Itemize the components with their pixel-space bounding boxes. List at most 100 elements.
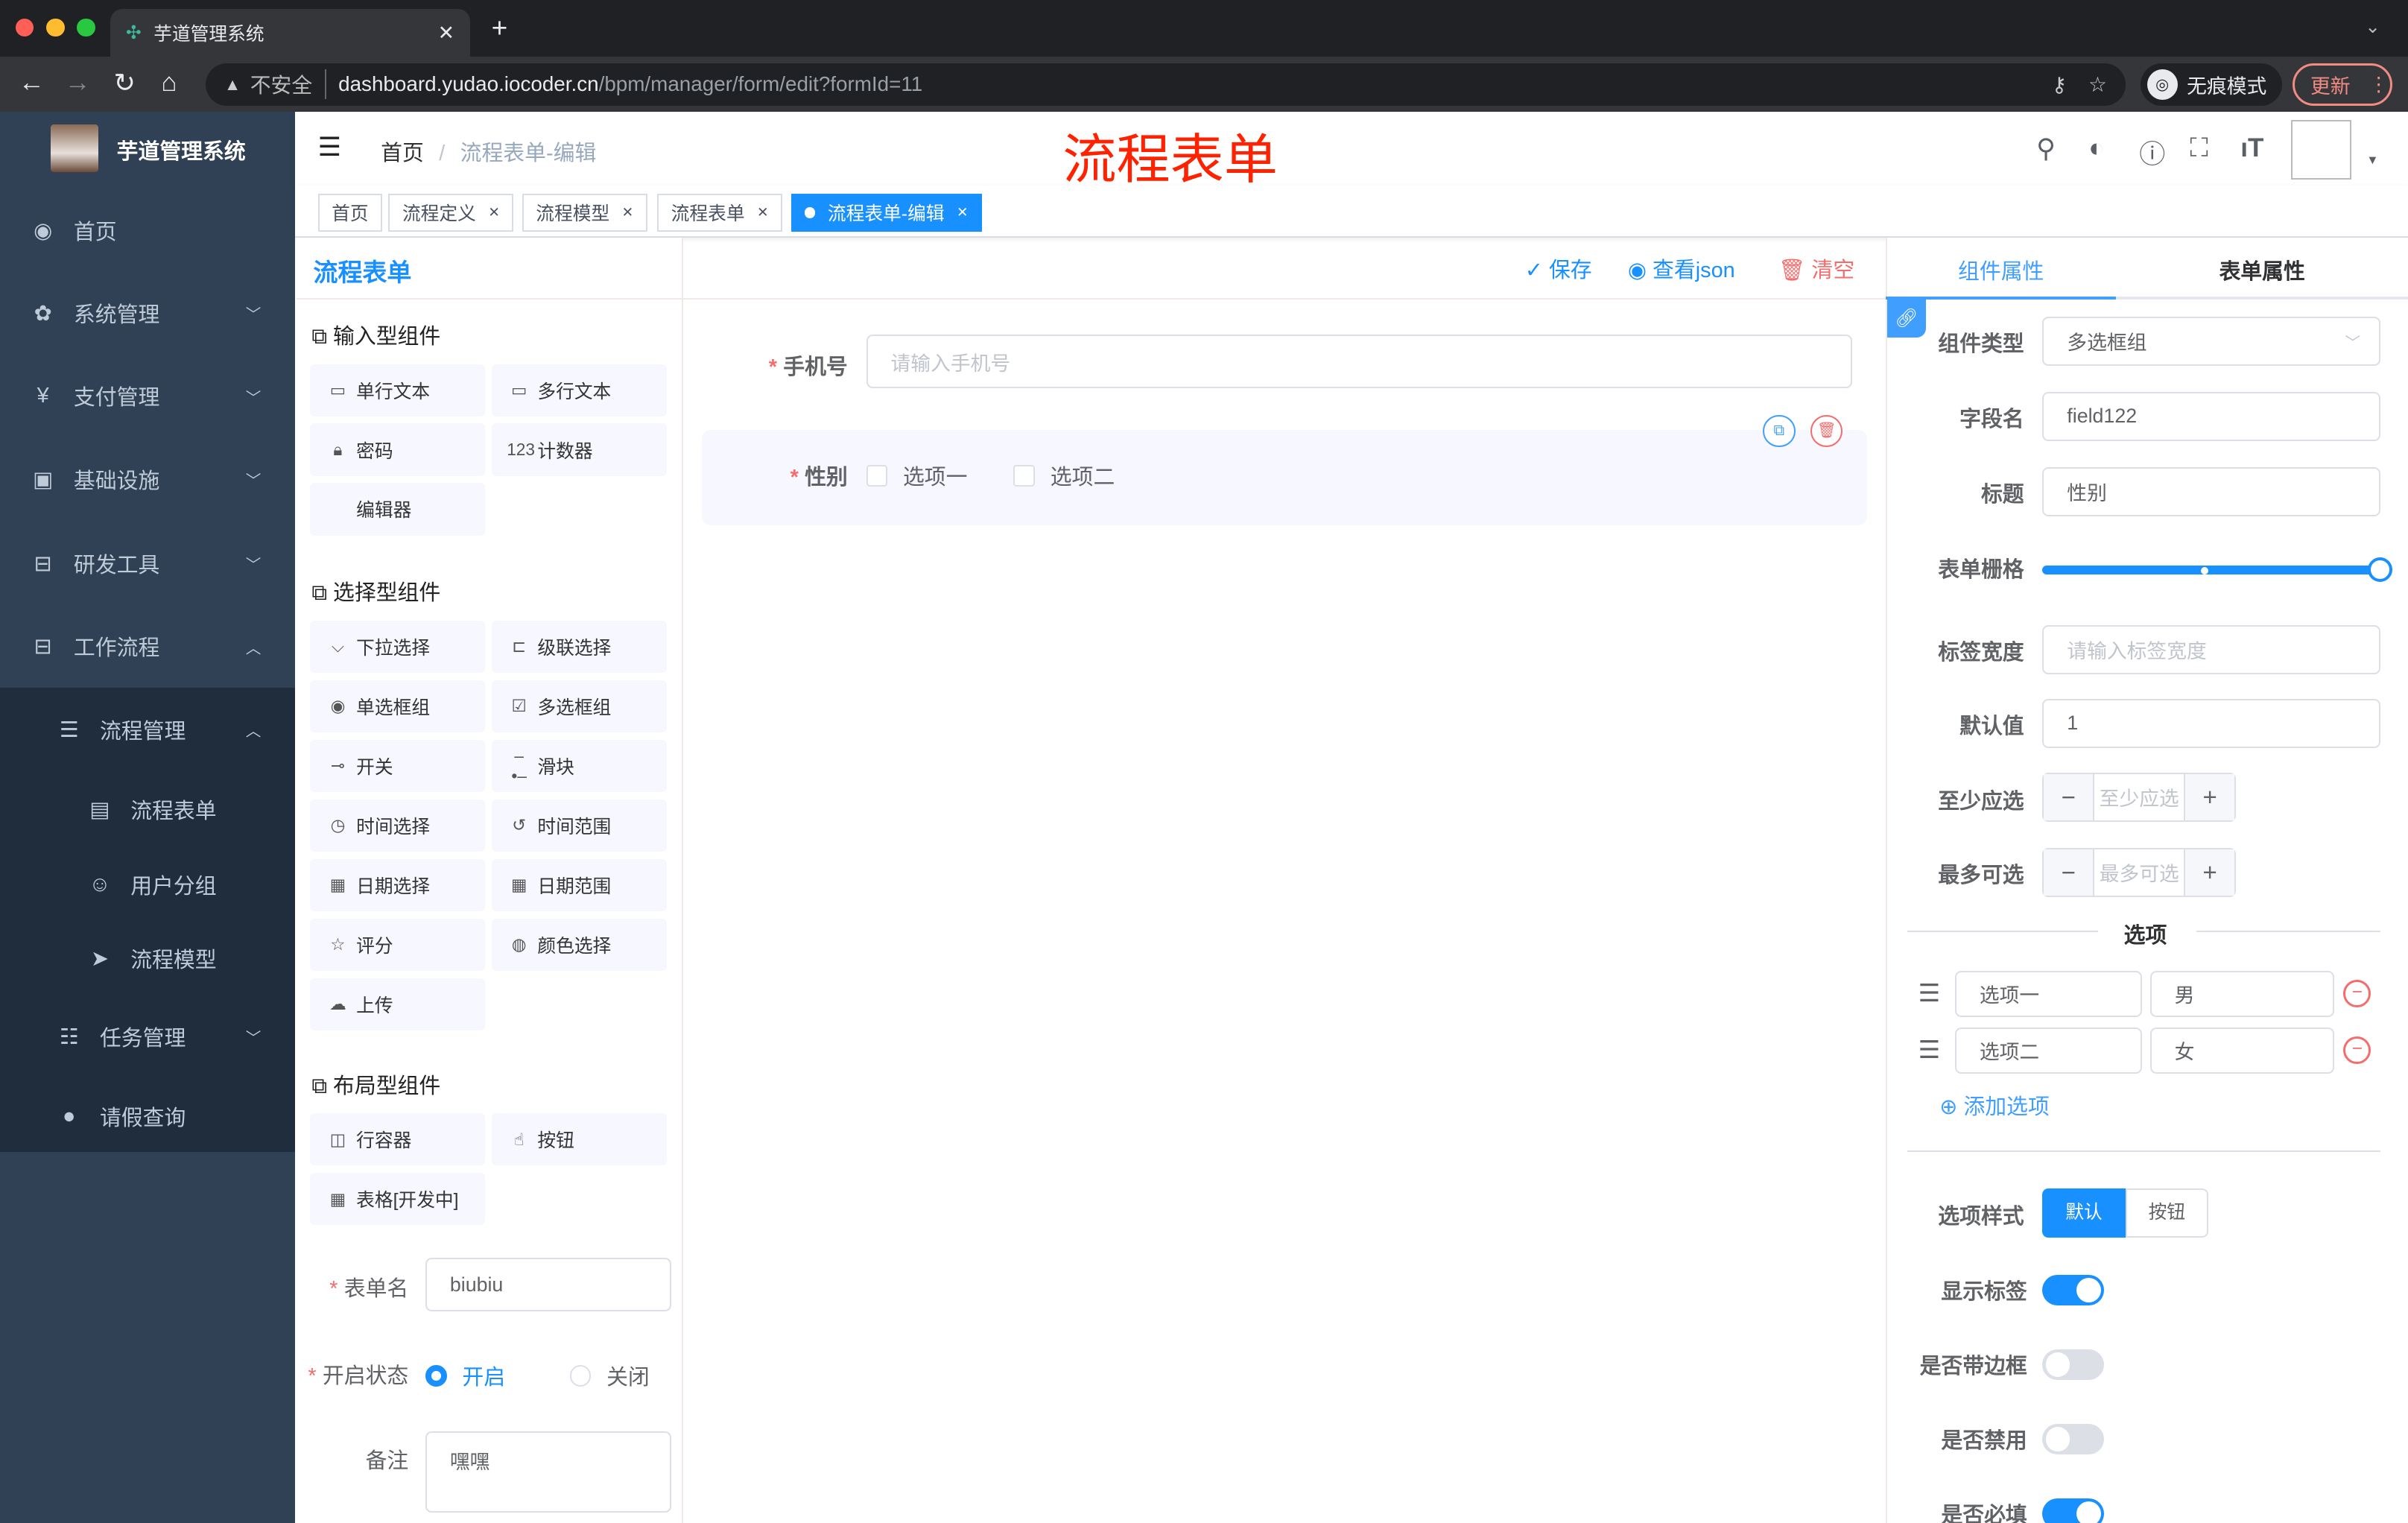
form-remark-textarea[interactable]: 嘿嘿 <box>425 1431 671 1513</box>
drag-handle-icon[interactable]: ☰ <box>1918 1035 1940 1064</box>
min-placeholder[interactable]: 至少应选 <box>2093 773 2186 820</box>
view-json-button[interactable]: ◉ 查看json <box>1628 253 1735 284</box>
palette-item[interactable]: ◍ 颜色选择 <box>491 918 667 971</box>
sidebar-subitem[interactable]: ➤ 流程模型 <box>0 920 295 997</box>
palette-item[interactable]: 编辑器 <box>310 483 486 536</box>
grid-slider[interactable] <box>2042 565 2380 574</box>
fullscreen-icon[interactable]: ⛶ <box>2190 133 2208 164</box>
bookmark-star-icon[interactable]: ☆ <box>2088 72 2107 97</box>
tag[interactable]: 首页 <box>317 193 383 232</box>
increase-button[interactable]: + <box>2185 773 2235 820</box>
save-button[interactable]: ✓ 保存 <box>1525 253 1592 284</box>
palette-item[interactable]: ◉ 单选框组 <box>310 680 486 732</box>
reload-icon[interactable]: ↻ <box>114 68 136 98</box>
option-value-input[interactable]: 女 <box>2149 1027 2335 1074</box>
sidebar-subitem[interactable]: ☰ 流程管理 ︿ <box>0 691 295 768</box>
sidebar-subitem[interactable]: ☺ 用户分组 <box>0 846 295 923</box>
sidebar-subitem[interactable]: ● 请假查询 <box>0 1078 295 1155</box>
back-icon[interactable]: ← <box>19 68 45 98</box>
phone-input[interactable]: 请输入手机号 <box>866 335 1852 389</box>
option-value-input[interactable]: 男 <box>2149 970 2335 1017</box>
status-off-radio[interactable] <box>569 1365 592 1387</box>
sidebar-subitem[interactable]: ▤ 流程表单 <box>0 771 295 848</box>
close-tag-icon[interactable]: ✕ <box>488 204 500 221</box>
caret-down-icon[interactable]: ▼ <box>2366 153 2378 168</box>
update-button[interactable]: 更新 ⋮ <box>2293 63 2393 107</box>
palette-item[interactable]: 🔒︎ 密码 <box>310 423 486 476</box>
option-2-checkbox[interactable] <box>1013 465 1036 487</box>
palette-item[interactable]: ⊸ 开关 <box>310 739 486 792</box>
title-input[interactable]: 性别 <box>2042 466 2380 516</box>
sidebar-item[interactable]: ◉ 首页 <box>0 192 295 269</box>
sidebar-item[interactable]: ▣ 基础设施 ﹀ <box>0 441 295 518</box>
palette-item[interactable]: ▭ 单行文本 <box>310 364 486 417</box>
palette-item[interactable]: ▦ 日期范围 <box>491 858 667 911</box>
form-name-input[interactable]: biubiu <box>425 1258 671 1312</box>
drag-handle-icon[interactable]: ☰ <box>1918 978 1940 1007</box>
default-value-input[interactable]: 1 <box>2042 698 2380 748</box>
home-icon[interactable]: ⌂ <box>161 68 177 98</box>
close-tag-icon[interactable]: ✕ <box>957 204 969 221</box>
hamburger-icon[interactable]: ☰ <box>318 132 341 162</box>
style-button-button[interactable]: 按钮 <box>2125 1188 2208 1238</box>
decrease-button[interactable]: − <box>2044 849 2094 896</box>
copy-item-button[interactable]: ⧉ <box>1763 414 1796 447</box>
palette-item[interactable]: ↺ 时间范围 <box>491 799 667 852</box>
palette-item[interactable]: ☁ 上传 <box>310 978 486 1030</box>
tag[interactable]: 流程表单 ✕ <box>657 193 783 232</box>
component-type-select[interactable]: 多选框组 ﹀ <box>2042 316 2380 366</box>
tab-list-chevron-icon[interactable]: ⌄ <box>2365 16 2380 38</box>
palette-item[interactable]: ▦ 表格[开发中] <box>310 1173 486 1226</box>
forward-icon[interactable]: → <box>65 68 91 98</box>
breadcrumb-home[interactable]: 首页 <box>381 142 424 165</box>
toggle-switch[interactable] <box>2042 1349 2104 1380</box>
maximize-window-button[interactable] <box>77 18 95 37</box>
sidebar-item[interactable]: ✿ 系统管理 ﹀ <box>0 275 295 352</box>
new-tab-button[interactable]: + <box>492 12 508 44</box>
delete-item-button[interactable]: 🗑︎ <box>1810 414 1843 447</box>
palette-item[interactable]: ◷ 时间选择 <box>310 799 486 852</box>
field-name-input[interactable]: field122 <box>2042 391 2380 441</box>
palette-item[interactable]: ☆ 评分 <box>310 918 486 971</box>
label-width-input[interactable]: 请输入标签宽度 <box>2042 624 2380 674</box>
sidebar-item[interactable]: ⊟ 工作流程 ︿ <box>0 608 295 685</box>
sidebar-item[interactable]: ¥ 支付管理 ﹀ <box>0 358 295 434</box>
font-size-icon[interactable]: ıT <box>2240 133 2263 163</box>
palette-item[interactable]: ◫ 行容器 <box>310 1113 486 1166</box>
increase-button[interactable]: + <box>2185 849 2235 896</box>
option-2-label[interactable]: 选项二 <box>1051 460 1115 491</box>
toggle-switch[interactable] <box>2042 1274 2104 1305</box>
close-tag-icon[interactable]: ✕ <box>622 204 634 221</box>
tab-component-properties[interactable]: 组件属性 <box>1886 246 2117 300</box>
status-on-label[interactable]: 开启 <box>462 1361 505 1391</box>
status-on-radio[interactable] <box>425 1365 447 1387</box>
palette-item[interactable]: ☑ 多选框组 <box>491 680 667 732</box>
palette-item[interactable]: 123 计数器 <box>491 423 667 476</box>
palette-item[interactable]: ▭ 多行文本 <box>491 364 667 417</box>
decrease-button[interactable]: − <box>2044 773 2094 820</box>
option-label-input[interactable]: 选项一 <box>1954 970 2143 1017</box>
tag[interactable]: 流程定义 ✕ <box>388 193 514 232</box>
max-placeholder[interactable]: 最多可选 <box>2093 849 2186 896</box>
style-default-button[interactable]: 默认 <box>2042 1188 2126 1238</box>
key-icon[interactable]: ⚷ <box>2052 72 2067 97</box>
toggle-switch[interactable] <box>2042 1498 2104 1523</box>
option-1-label[interactable]: 选项一 <box>903 460 968 491</box>
tag[interactable]: 流程模型 ✕ <box>522 193 647 232</box>
palette-item[interactable]: ⌵ 下拉选择 <box>310 620 486 673</box>
max-stepper[interactable]: − 最多可选 + <box>2042 847 2237 897</box>
sidebar-item[interactable]: ⊟ 研发工具 ﹀ <box>0 525 295 602</box>
clear-button[interactable]: 🗑︎ 清空 <box>1778 253 1854 284</box>
palette-item[interactable]: ☝ 按钮 <box>491 1113 667 1166</box>
option-1-checkbox[interactable] <box>866 465 888 487</box>
palette-item[interactable]: ⊏ 级联选择 <box>491 620 667 673</box>
sidebar-subitem[interactable]: ☷ 任务管理 ﹀ <box>0 998 295 1075</box>
min-stepper[interactable]: − 至少应选 + <box>2042 772 2237 822</box>
help-icon[interactable]: ⓘ <box>2139 133 2165 171</box>
palette-item[interactable]: ▦ 日期选择 <box>310 858 486 911</box>
palette-item[interactable]: –•– 滑块 <box>491 739 667 792</box>
close-tag-icon[interactable]: ✕ <box>757 204 769 221</box>
add-option-button[interactable]: ⊕ 添加选项 <box>1939 1090 2050 1121</box>
tab-form-properties[interactable]: 表单属性 <box>2116 246 2408 300</box>
url-field[interactable]: ▲ 不安全 dashboard.yudao.iocoder.cn/bpm/man… <box>206 63 2126 107</box>
